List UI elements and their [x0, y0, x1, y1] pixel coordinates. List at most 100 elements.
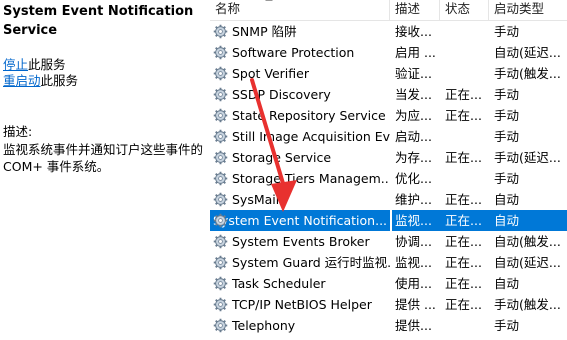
service-startup-type: 自动(延迟... — [494, 255, 561, 270]
service-name-cell: System Guard 运行时监视... — [210, 252, 390, 273]
service-status — [445, 315, 489, 336]
service-name-cell: SSDP Discovery — [210, 84, 390, 105]
service-status: 正在... — [445, 192, 482, 207]
stop-link[interactable]: 停止 — [3, 57, 28, 72]
service-row[interactable]: SNMP 陷阱 接收... 手动 — [210, 21, 567, 42]
column-header-status-label: 状态 — [445, 1, 471, 16]
gear-icon — [213, 24, 228, 39]
service-row[interactable]: Still Image Acquisition Ev... 启动... 手动 — [210, 126, 567, 147]
service-name: Software Protection — [232, 45, 355, 60]
stop-action: 停止此服务 — [3, 57, 66, 73]
service-name-cell: Software Protection — [210, 42, 390, 63]
service-name: Task Scheduler — [232, 276, 326, 291]
service-name-cell: TCP/IP NetBIOS Helper — [210, 294, 390, 315]
service-row[interactable]: Storage Tiers Managem... 优化... 手动 — [210, 168, 567, 189]
gear-icon — [213, 171, 228, 186]
service-row[interactable]: Spot Verifier 验证... 手动(触发... — [210, 63, 567, 84]
service-description: 监视... — [395, 255, 432, 270]
gear-icon — [213, 192, 228, 207]
service-name: SSDP Discovery — [232, 87, 331, 102]
service-name: Spot Verifier — [232, 66, 309, 81]
service-name: Still Image Acquisition Ev... — [232, 129, 390, 144]
service-details-panel: System Event Notification Service 停止此服务 … — [0, 0, 207, 340]
service-row[interactable]: State Repository Service 为应... 正在... 手动 — [210, 105, 567, 126]
column-header-name[interactable]: 名称 — [210, 0, 390, 21]
service-description: 为存... — [395, 150, 432, 165]
service-row[interactable]: System Events Broker 协调... 正在... 自动(触发... — [210, 231, 567, 252]
service-row[interactable]: Software Protection 启用 ... 自动(延迟... — [210, 42, 567, 63]
service-startup-type: 手动(触发... — [494, 66, 561, 81]
service-description: 提供... — [395, 318, 432, 333]
service-name-cell: System Events Broker — [210, 231, 390, 252]
column-header-startup-type-label: 启动类型 — [494, 1, 545, 16]
service-name: Telephony — [232, 318, 296, 333]
service-name: State Repository Service — [232, 108, 386, 123]
service-row[interactable]: Telephony 提供... 手动 — [210, 315, 567, 336]
description-text: 监视系统事件并通知订户这些事件的 COM+ 事件系统。 — [3, 142, 204, 174]
service-description: 协调... — [395, 234, 432, 249]
service-startup-type: 手动 — [494, 108, 520, 123]
service-name: Storage Tiers Managem... — [232, 171, 390, 186]
service-name: System Guard 运行时监视... — [232, 255, 390, 270]
service-row[interactable]: SysMain 维护... 正在... 自动 — [210, 189, 567, 210]
service-name-cell: Spot Verifier — [210, 63, 390, 84]
service-status: 正在... — [445, 150, 482, 165]
service-name: System Event Notification... — [213, 213, 388, 228]
service-name: SNMP 陷阱 — [232, 24, 297, 39]
service-row[interactable]: SSDP Discovery 当发... 正在... 手动 — [210, 84, 567, 105]
gear-icon — [213, 318, 228, 333]
service-name-cell: Storage Service — [210, 147, 390, 168]
column-header-status[interactable]: 状态 — [440, 0, 489, 21]
services-list[interactable]: 名称 描述 状态 启动类型 SNMP 陷阱 接收... 手动 Software Pro… — [210, 0, 567, 340]
service-status: 正在... — [445, 276, 482, 291]
gear-icon — [213, 45, 228, 60]
service-row[interactable]: Storage Service 为存... 正在... 手动(延迟... — [210, 147, 567, 168]
service-title: System Event Notification Service — [3, 4, 194, 38]
service-startup-type: 手动 — [494, 87, 520, 102]
gear-icon — [213, 255, 228, 270]
gear-icon — [213, 150, 228, 165]
service-status: 正在... — [443, 210, 491, 231]
service-startup-type: 自动 — [494, 192, 520, 207]
service-status — [445, 126, 489, 147]
service-name-cell: Storage Tiers Managem... — [210, 168, 390, 189]
column-header-startup-type[interactable]: 启动类型 — [489, 0, 567, 21]
service-description: 启用 ... — [395, 45, 436, 60]
service-name-cell: State Repository Service — [210, 105, 390, 126]
service-status: 正在... — [445, 87, 482, 102]
description-label: 描述: — [3, 124, 33, 139]
stop-suffix: 此服务 — [28, 57, 66, 72]
column-header-description[interactable]: 描述 — [390, 0, 440, 21]
service-description: 当发... — [395, 87, 432, 102]
service-name-cell: Telephony — [210, 315, 390, 336]
gear-icon — [213, 66, 228, 81]
restart-action: 重启动此服务 — [3, 73, 78, 89]
column-header-row: 名称 描述 状态 启动类型 — [210, 0, 567, 21]
service-row[interactable]: TCP/IP NetBIOS Helper 提供 ... 正在... 手动(触发... — [210, 294, 567, 315]
service-name-cell: SysMain — [210, 189, 390, 210]
service-startup-type: 手动 — [494, 318, 520, 333]
restart-link[interactable]: 重启动 — [3, 73, 41, 88]
service-name: SysMain — [232, 192, 284, 207]
service-row[interactable]: System Guard 运行时监视... 监视... 正在... 自动(延迟... — [210, 252, 567, 273]
service-row[interactable]: Task Scheduler 使用... 正在... 自动 — [210, 273, 567, 294]
service-description: 维护... — [395, 192, 432, 207]
gear-icon — [213, 129, 228, 144]
service-name-cell: Still Image Acquisition Ev... — [210, 126, 390, 147]
service-name-cell: System Event Notification... — [210, 210, 390, 231]
service-startup-type: 自动(触发... — [494, 234, 561, 249]
gear-icon — [213, 87, 228, 102]
service-status: 正在... — [445, 255, 482, 270]
sort-ascending-icon — [265, 0, 273, 1]
service-status: 正在... — [445, 234, 482, 249]
service-row[interactable]: System Event Notification... 监视... 正在... 自动 — [210, 210, 567, 231]
service-name: System Events Broker — [232, 234, 370, 249]
service-description: 启动... — [395, 129, 432, 144]
gear-icon — [213, 276, 228, 291]
service-startup-type: 手动(延迟... — [494, 150, 561, 165]
service-status — [445, 168, 489, 189]
service-description: 为应... — [395, 108, 432, 123]
service-description: 优化... — [395, 171, 432, 186]
service-status — [445, 21, 489, 42]
service-description: 使用... — [395, 276, 432, 291]
